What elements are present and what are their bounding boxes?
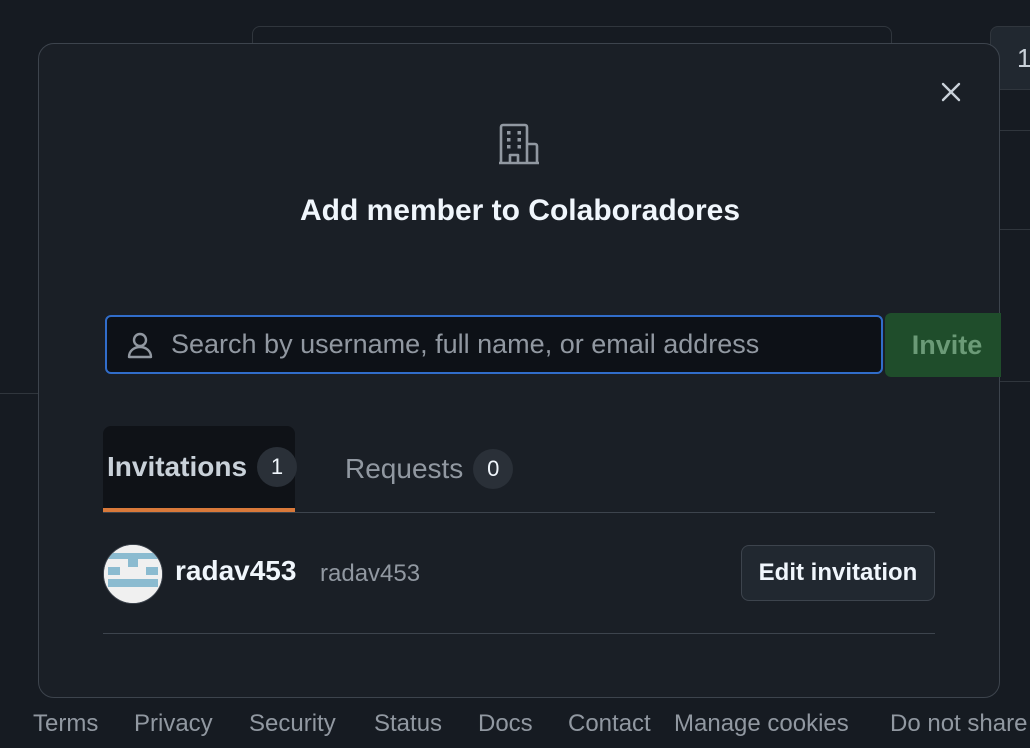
organization-icon bbox=[499, 123, 539, 165]
footer-link-docs[interactable]: Docs bbox=[478, 710, 533, 738]
avatar[interactable] bbox=[103, 544, 163, 604]
close-button[interactable] bbox=[935, 76, 967, 108]
footer-link-privacy[interactable]: Privacy bbox=[134, 710, 213, 738]
member-name[interactable]: radav453 bbox=[175, 555, 296, 587]
footer-link-security[interactable]: Security bbox=[249, 710, 336, 738]
background-divider bbox=[1000, 381, 1030, 382]
tab-counter: 0 bbox=[473, 449, 514, 489]
tab-invitations[interactable]: Invitations 1 bbox=[103, 426, 298, 512]
person-icon bbox=[127, 332, 153, 358]
background-divider bbox=[0, 393, 40, 394]
list-item: radav453 radav453 Edit invitation bbox=[103, 513, 935, 634]
tab-requests[interactable]: Requests 0 bbox=[345, 426, 514, 512]
edit-invitation-button[interactable]: Edit invitation bbox=[741, 545, 935, 601]
footer-link-do-not-share[interactable]: Do not share bbox=[890, 710, 1027, 738]
identicon-image bbox=[104, 545, 162, 603]
tab-bar: Invitations 1 Requests 0 bbox=[103, 426, 935, 513]
add-member-dialog: Add member to Colaboradores Invite Invit… bbox=[38, 43, 1001, 698]
search-input[interactable] bbox=[169, 328, 863, 361]
footer-link-contact[interactable]: Contact bbox=[568, 710, 651, 738]
page-footer: Terms Privacy Security Status Docs Conta… bbox=[0, 704, 1030, 748]
tab-counter: 1 bbox=[257, 447, 298, 487]
footer-link-manage-cookies[interactable]: Manage cookies bbox=[674, 710, 849, 738]
invite-button[interactable]: Invite bbox=[885, 313, 1001, 377]
member-login: radav453 bbox=[320, 560, 421, 587]
search-field[interactable] bbox=[105, 315, 883, 374]
footer-link-terms[interactable]: Terms bbox=[33, 710, 98, 738]
tab-label: Invitations bbox=[107, 451, 248, 482]
footer-link-status[interactable]: Status bbox=[374, 710, 442, 738]
dialog-title: Add member to Colaboradores bbox=[299, 194, 741, 227]
tab-label: Requests bbox=[345, 453, 464, 484]
close-icon bbox=[941, 82, 961, 102]
